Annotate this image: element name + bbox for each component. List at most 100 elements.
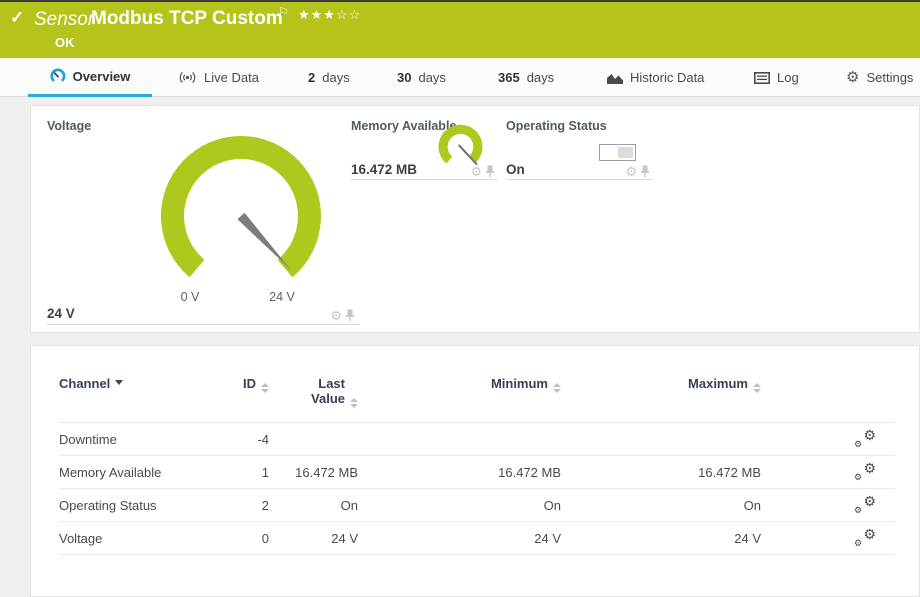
channel-id-cell: -4 — [214, 423, 269, 456]
gear-icon[interactable]: ⚙ — [625, 165, 637, 178]
sort-desc-icon — [115, 380, 123, 385]
status-ok-check-icon: ✓ — [10, 8, 24, 28]
tab-365-days-label: days — [527, 70, 554, 85]
minimum-cell — [358, 423, 561, 456]
voltage-gauge — [141, 121, 341, 311]
gauges-panel: Voltage 0 V 24 V 24 V ⚙ Memory Available — [30, 105, 920, 333]
sort-icon — [753, 383, 761, 393]
edit-channel-settings-icon[interactable]: ⚙ ⚙ — [854, 462, 876, 480]
column-header-id-label: ID — [243, 376, 256, 391]
column-header-last-value-label: Last Value — [299, 376, 345, 406]
channel-id-cell: 2 — [214, 489, 269, 522]
column-header-channel[interactable]: Channel — [59, 376, 214, 423]
gauge-icon — [50, 68, 66, 84]
object-kind-label: Sensor — [34, 9, 94, 31]
gear-icon: ⚙ — [854, 472, 862, 483]
column-header-channel-label: Channel — [59, 376, 110, 391]
column-header-maximum[interactable]: Maximum — [561, 376, 761, 423]
voltage-gauge-title: Voltage — [47, 119, 91, 133]
tab-historic-data[interactable]: Historic Data — [607, 58, 704, 97]
tab-log[interactable]: Log — [754, 58, 799, 97]
tab-log-label: Log — [777, 70, 799, 85]
last-value-cell — [269, 423, 358, 456]
table-row: Downtime -4 ⚙ ⚙ — [59, 423, 895, 456]
column-header-last-value[interactable]: Last Value — [269, 376, 358, 423]
tab-settings[interactable]: ⚙ Settings — [846, 58, 913, 97]
edit-channel-settings-icon[interactable]: ⚙ ⚙ — [854, 528, 876, 546]
operating-status-switch — [599, 144, 636, 161]
voltage-current-value: 24 V — [47, 306, 75, 321]
tab-30-days-number: 30 — [397, 70, 411, 85]
table-row: Operating Status 2 On On On ⚙ ⚙ — [59, 489, 895, 522]
gear-icon: ⚙ — [863, 427, 876, 444]
gear-icon: ⚙ — [863, 526, 876, 543]
gear-icon: ⚙ — [863, 493, 876, 510]
sort-icon — [350, 398, 358, 408]
memory-current-value: 16.472 MB — [351, 162, 417, 177]
sensor-header: ✓ Sensor Modbus TCP Custom ⚐ ★★★☆☆ OK — [0, 2, 920, 58]
log-icon — [754, 72, 770, 84]
channels-panel: Channel ID Last Value Minimum Maximum — [30, 345, 920, 597]
channel-name-cell: Downtime — [59, 423, 214, 456]
maximum-cell: On — [561, 489, 761, 522]
switch-knob — [618, 147, 633, 158]
minimum-cell: On — [358, 489, 561, 522]
sensor-overview-page: ✓ Sensor Modbus TCP Custom ⚐ ★★★☆☆ OK Ov… — [0, 0, 920, 597]
column-header-actions — [761, 376, 895, 423]
channels-table: Channel ID Last Value Minimum Maximum — [59, 376, 895, 555]
operating-status-widget: Operating Status On ⚙ — [506, 118, 652, 180]
table-header-row: Channel ID Last Value Minimum Maximum — [59, 376, 895, 423]
voltage-widget-actions: ⚙ — [330, 309, 355, 322]
channel-name-cell: Operating Status — [59, 489, 214, 522]
column-header-maximum-label: Maximum — [688, 376, 748, 391]
operating-status-title: Operating Status — [506, 119, 607, 133]
pin-icon[interactable] — [485, 165, 495, 178]
gear-icon[interactable]: ⚙ — [330, 309, 342, 322]
tab-live-data[interactable]: Live Data — [178, 58, 259, 97]
edit-channel-settings-icon[interactable]: ⚙ ⚙ — [854, 495, 876, 513]
maximum-cell: 24 V — [561, 522, 761, 555]
memory-widget-actions: ⚙ — [470, 165, 495, 178]
tab-365-days[interactable]: 365 days — [498, 58, 554, 97]
historic-data-icon — [607, 72, 623, 84]
table-row: Memory Available 1 16.472 MB 16.472 MB 1… — [59, 456, 895, 489]
operating-status-value: On — [506, 162, 525, 177]
column-header-minimum[interactable]: Minimum — [358, 376, 561, 423]
sensor-status-text: OK — [55, 35, 75, 50]
tab-live-data-label: Live Data — [204, 70, 259, 85]
tab-overview[interactable]: Overview — [28, 58, 152, 97]
tab-30-days[interactable]: 30 days — [397, 58, 446, 97]
live-data-icon — [178, 71, 197, 84]
maximum-cell: 16.472 MB — [561, 456, 761, 489]
tab-365-days-number: 365 — [498, 70, 520, 85]
sort-icon — [261, 383, 269, 393]
voltage-scale-max: 24 V — [260, 290, 304, 304]
gear-icon: ⚙ — [854, 538, 862, 549]
flag-icon[interactable]: ⚐ — [278, 5, 289, 19]
channel-name-cell: Voltage — [59, 522, 214, 555]
sensor-title: Modbus TCP Custom — [91, 8, 283, 30]
channel-id-cell: 1 — [214, 456, 269, 489]
priority-stars[interactable]: ★★★☆☆ — [298, 7, 361, 23]
memory-gauge-widget: Memory Available 16.472 MB ⚙ — [351, 118, 497, 180]
gauge-needle — [238, 213, 292, 270]
tab-2-days-number: 2 — [308, 70, 315, 85]
last-value-cell: 16.472 MB — [269, 456, 358, 489]
channel-id-cell: 0 — [214, 522, 269, 555]
last-value-cell: 24 V — [269, 522, 358, 555]
edit-channel-settings-icon[interactable]: ⚙ ⚙ — [854, 429, 876, 447]
gear-icon: ⚙ — [854, 505, 862, 516]
maximum-cell — [561, 423, 761, 456]
table-row: Voltage 0 24 V 24 V 24 V ⚙ ⚙ — [59, 522, 895, 555]
pin-icon[interactable] — [640, 165, 650, 178]
column-header-id[interactable]: ID — [214, 376, 269, 423]
tab-30-days-label: days — [418, 70, 445, 85]
gear-icon[interactable]: ⚙ — [470, 165, 482, 178]
tab-2-days-label: days — [322, 70, 349, 85]
gear-icon: ⚙ — [863, 460, 876, 477]
tab-settings-label: Settings — [866, 70, 913, 85]
gear-icon: ⚙ — [854, 439, 862, 450]
pin-icon[interactable] — [345, 309, 355, 322]
last-value-cell: On — [269, 489, 358, 522]
tab-2-days[interactable]: 2 days — [308, 58, 350, 97]
